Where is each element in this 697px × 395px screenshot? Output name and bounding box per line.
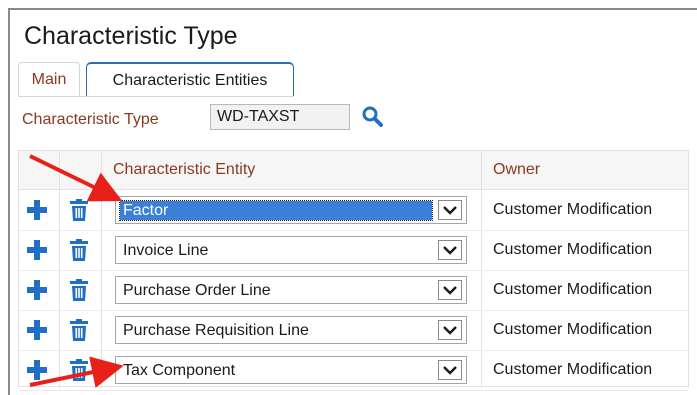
tab-main[interactable]: Main xyxy=(18,62,80,96)
grid-header: Characteristic Entity Owner xyxy=(19,151,688,190)
entity-dropdown[interactable]: Purchase Order Line xyxy=(115,276,467,304)
table-row: Factor Customer Modification xyxy=(19,190,688,231)
tab-divider xyxy=(18,96,294,97)
owner-value: Customer Modification xyxy=(493,201,653,218)
tab-characteristic-entities[interactable]: Characteristic Entities xyxy=(86,62,294,96)
table-row: Purchase Order Line Customer Modification xyxy=(19,270,688,311)
search-icon[interactable] xyxy=(360,104,386,130)
entity-dropdown[interactable]: Invoice Line xyxy=(115,236,467,264)
chevron-down-icon[interactable] xyxy=(438,320,462,340)
page-title: Characteristic Type xyxy=(24,22,238,50)
chevron-down-icon[interactable] xyxy=(438,280,462,300)
trash-icon[interactable] xyxy=(67,358,91,382)
owner-value: Customer Modification xyxy=(493,281,653,298)
trash-icon[interactable] xyxy=(67,318,91,342)
characteristic-type-label: Characteristic Type xyxy=(22,111,159,128)
plus-icon[interactable] xyxy=(25,198,49,222)
plus-icon[interactable] xyxy=(25,278,49,302)
trash-icon[interactable] xyxy=(67,238,91,262)
chevron-down-icon[interactable] xyxy=(438,240,462,260)
chevron-down-icon[interactable] xyxy=(438,360,462,380)
entity-value: Purchase Order Line xyxy=(123,282,271,299)
table-row: Invoice Line Customer Modification xyxy=(19,230,688,271)
entity-value: Tax Component xyxy=(123,362,236,379)
owner-value: Customer Modification xyxy=(493,321,653,338)
plus-icon[interactable] xyxy=(25,238,49,262)
trash-icon[interactable] xyxy=(67,278,91,302)
entity-dropdown[interactable]: Factor xyxy=(115,196,467,224)
plus-icon[interactable] xyxy=(25,318,49,342)
owner-value: Customer Modification xyxy=(493,361,653,378)
trash-icon[interactable] xyxy=(67,198,91,222)
characteristic-entity-grid: Characteristic Entity Owner Factor Custom… xyxy=(18,150,689,391)
column-header-owner[interactable]: Owner xyxy=(493,151,540,189)
entity-dropdown[interactable]: Tax Component xyxy=(115,356,467,384)
entity-value: Invoice Line xyxy=(123,242,209,259)
column-header-entity[interactable]: Characteristic Entity xyxy=(113,151,255,189)
entity-value: Purchase Requisition Line xyxy=(123,322,309,339)
entity-dropdown[interactable]: Purchase Requisition Line xyxy=(115,316,467,344)
table-row: Purchase Requisition Line Customer Modifi… xyxy=(19,310,688,351)
owner-value: Customer Modification xyxy=(493,241,653,258)
table-row: Tax Component Customer Modification xyxy=(19,350,688,391)
plus-icon[interactable] xyxy=(25,358,49,382)
characteristic-type-field[interactable] xyxy=(210,104,350,130)
chevron-down-icon[interactable] xyxy=(438,200,462,220)
entity-value: Factor xyxy=(119,200,433,221)
